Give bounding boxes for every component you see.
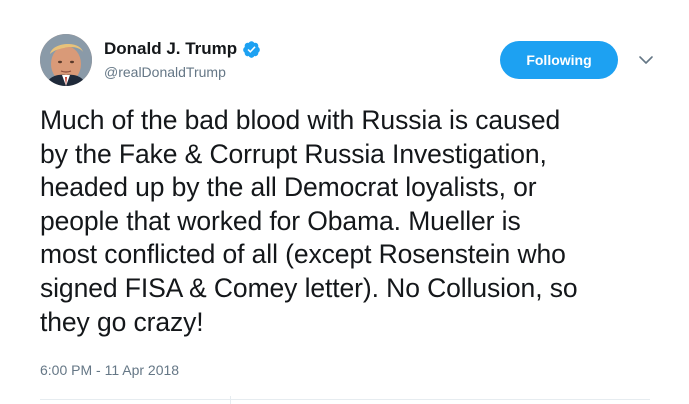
verified-badge-icon xyxy=(243,40,260,58)
tweet-text-line: most conflicted of all (except Rosenstei… xyxy=(40,239,566,270)
profile-photo-icon xyxy=(40,34,92,86)
author-display-name[interactable]: Donald J. Trump xyxy=(104,39,237,59)
divider-tick xyxy=(230,396,231,404)
avatar[interactable] xyxy=(40,34,92,86)
divider xyxy=(40,399,650,400)
tweet-timestamp[interactable]: 6:00 PM - 11 Apr 2018 xyxy=(40,362,179,378)
author-name-row: Donald J. Trump xyxy=(104,38,261,60)
tweet-text-line: by the Fake & Corrupt Russia Investigati… xyxy=(40,138,547,169)
following-button[interactable]: Following xyxy=(500,41,618,79)
chevron-down-icon[interactable] xyxy=(636,50,656,70)
tweet-text-line: people that worked for Obama. Mueller is xyxy=(40,205,521,236)
tweet-card: Donald J. Trump @realDonaldTrump Followi… xyxy=(0,0,689,404)
tweet-text-line: headed up by the all Democrat loyalists,… xyxy=(40,172,537,203)
tweet-text-line: Much of the bad blood with Russia is cau… xyxy=(40,105,561,135)
tweet-text-line: signed FISA & Comey letter). No Collusio… xyxy=(40,272,578,303)
tweet-text-line: they go crazy! xyxy=(40,306,204,337)
author-handle[interactable]: @realDonaldTrump xyxy=(104,64,226,80)
tweet-text: Much of the bad blood with Russia is cau… xyxy=(40,104,670,339)
